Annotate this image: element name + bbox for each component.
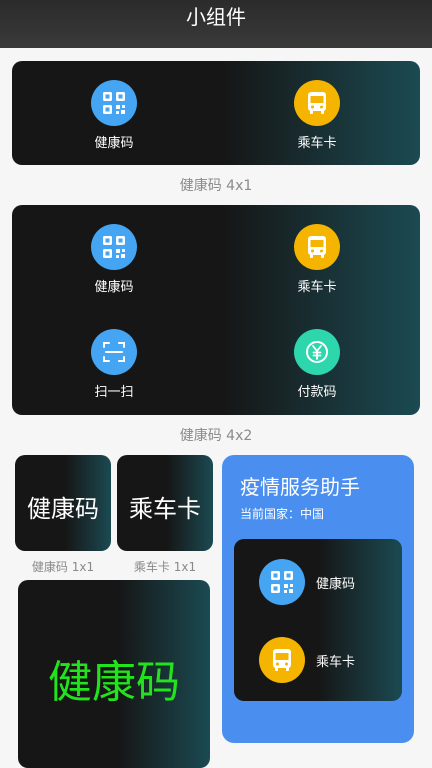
panel-subtitle: 当前国家：中国 — [240, 507, 325, 521]
large-widget-text: 健康码 — [48, 657, 180, 708]
page-title: 小组件 — [186, 5, 246, 29]
bus-card-label: 乘车卡 — [297, 280, 337, 295]
qr-code-icon[interactable] — [91, 80, 137, 126]
widget-1x1-bus-card[interactable]: 乘车卡 — [117, 455, 213, 551]
widget-1x1-bus-card-caption: 乘车卡 1x1 — [133, 560, 197, 574]
panel-shortcuts: 健康码 乘车卡 — [234, 539, 402, 701]
qr-code-icon[interactable] — [259, 559, 305, 605]
widget-4x2-caption: 健康码 4x2 — [179, 428, 253, 444]
widget-text: 健康码 — [27, 495, 99, 523]
epidemic-service-panel[interactable]: 疫情服务助手 当前国家：中国 健康码 乘车卡 — [222, 455, 414, 743]
app-title-bar: 小组件 — [0, 0, 432, 48]
payment-code-label: 付款码 — [297, 385, 337, 400]
widget-text: 乘车卡 — [129, 495, 201, 523]
panel-title: 疫情服务助手 — [240, 475, 360, 499]
widget-4x1-caption: 健康码 4x1 — [179, 178, 253, 194]
health-code-label: 健康码 — [94, 280, 134, 295]
bus-icon[interactable] — [294, 80, 340, 126]
scan-icon[interactable] — [91, 329, 137, 375]
widget-1x1-health-code[interactable]: 健康码 — [15, 455, 111, 551]
panel-health-code-label[interactable]: 健康码 — [316, 573, 355, 592]
bus-icon[interactable] — [259, 637, 305, 683]
yuan-icon[interactable] — [294, 329, 340, 375]
bus-icon[interactable] — [294, 224, 340, 270]
widget-large-health-code[interactable]: 健康码 — [18, 580, 210, 768]
panel-bus-card-label[interactable]: 乘车卡 — [316, 651, 355, 670]
widget-4x2[interactable]: 健康码 乘车卡 扫一扫 付款码 — [12, 205, 420, 415]
widget-4x1[interactable]: 健康码 乘车卡 — [12, 61, 420, 165]
scan-label: 扫一扫 — [94, 385, 134, 400]
bus-card-label: 乘车卡 — [297, 136, 337, 151]
qr-code-icon[interactable] — [91, 224, 137, 270]
widget-1x1-health-code-caption: 健康码 1x1 — [31, 560, 95, 574]
health-code-label: 健康码 — [94, 136, 134, 151]
